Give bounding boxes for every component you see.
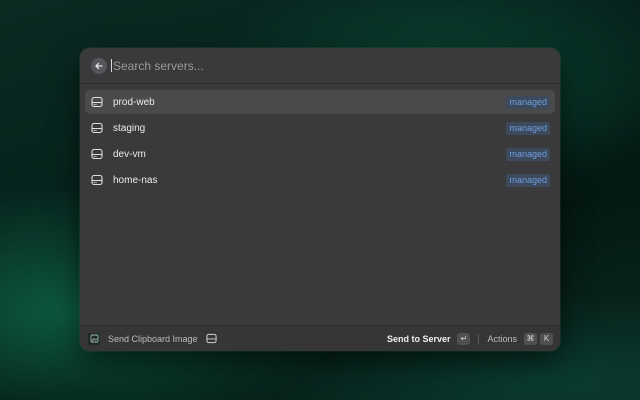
server-name: home-nas bbox=[113, 174, 158, 186]
search-input[interactable] bbox=[113, 58, 560, 73]
search-bar bbox=[80, 48, 560, 84]
server-icon bbox=[91, 148, 103, 160]
list-item-home-nas[interactable]: home-nas managed bbox=[85, 168, 555, 192]
server-icon bbox=[205, 333, 217, 344]
footer-divider bbox=[478, 333, 480, 344]
command-key-hint: ⌘ bbox=[524, 332, 537, 345]
text-caret bbox=[111, 59, 112, 72]
clipboard-image-icon bbox=[88, 332, 100, 345]
server-icon bbox=[91, 122, 103, 134]
primary-action-button[interactable]: Send to Server bbox=[387, 334, 451, 344]
actions-button[interactable]: Actions bbox=[487, 334, 517, 344]
server-list: prod-web managed staging managed dev-vm … bbox=[80, 84, 560, 192]
status-badge: managed bbox=[506, 147, 550, 161]
status-badge: managed bbox=[506, 95, 550, 109]
server-icon bbox=[91, 174, 103, 186]
k-key-hint: K bbox=[540, 332, 553, 345]
server-name: staging bbox=[113, 122, 146, 134]
arrow-left-icon bbox=[95, 62, 103, 69]
list-item-dev-vm[interactable]: dev-vm managed bbox=[85, 142, 555, 166]
status-badge: managed bbox=[506, 173, 550, 187]
list-item-staging[interactable]: staging managed bbox=[85, 116, 555, 140]
server-name: prod-web bbox=[113, 96, 155, 108]
server-icon bbox=[91, 96, 103, 108]
back-button[interactable] bbox=[91, 57, 107, 74]
status-badge: managed bbox=[506, 121, 550, 135]
footer-command-label: Send Clipboard Image bbox=[108, 333, 198, 344]
launcher-window: prod-web managed staging managed dev-vm … bbox=[80, 48, 560, 351]
enter-key-hint: ↵ bbox=[457, 332, 471, 345]
footer-bar: Send Clipboard Image Send to Server ↵ Ac… bbox=[80, 325, 560, 351]
list-item-prod-web[interactable]: prod-web managed bbox=[85, 90, 555, 114]
server-name: dev-vm bbox=[113, 148, 146, 160]
